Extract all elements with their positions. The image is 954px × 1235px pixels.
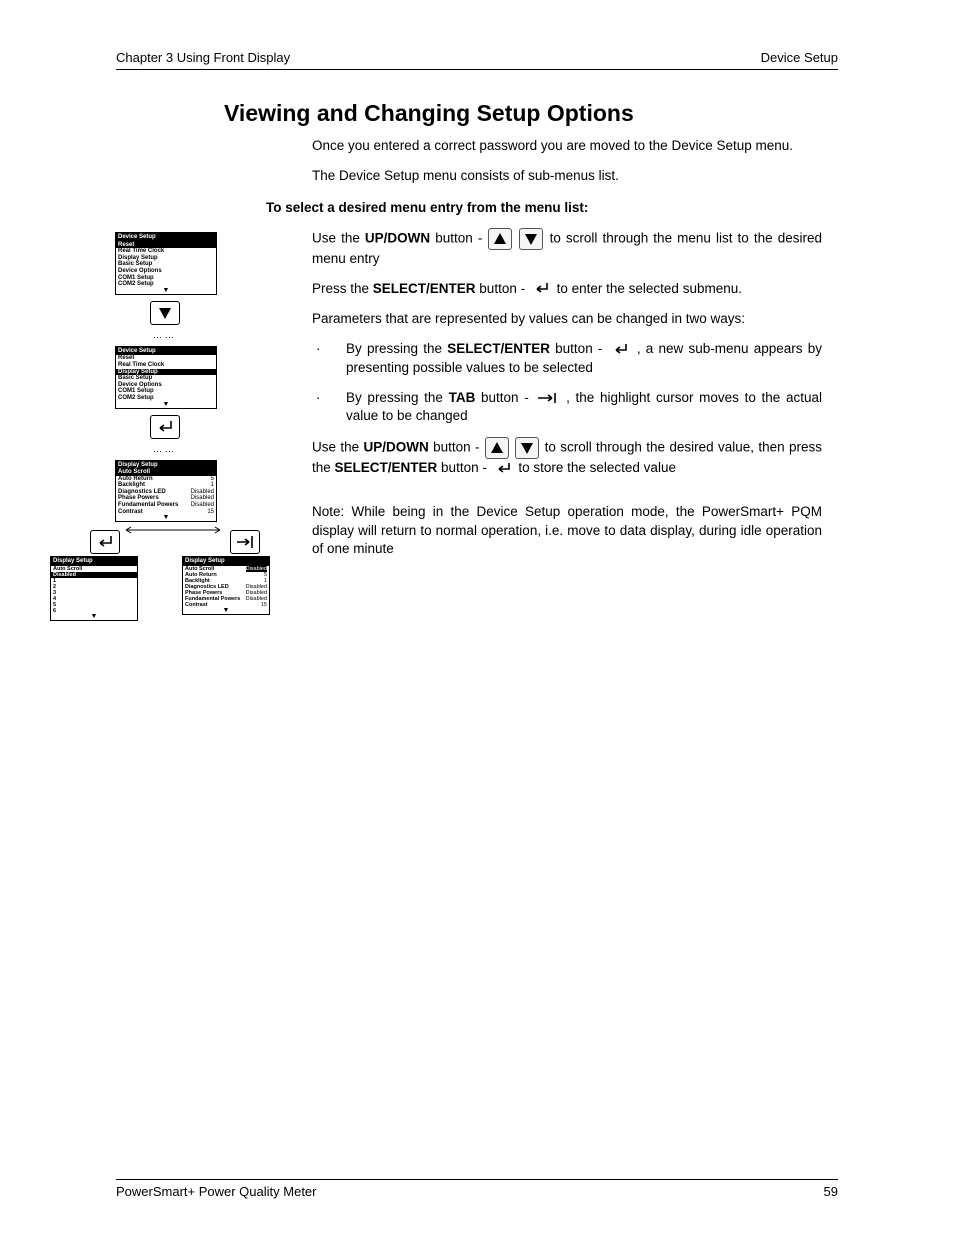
enter-icon	[493, 461, 513, 477]
mock-panel-2: Device Setup ResetReal Time ClockDisplay…	[115, 346, 217, 409]
footer-left: PowerSmart+ Power Quality Meter	[116, 1184, 316, 1199]
enter-icon	[610, 342, 630, 358]
mock-panel-5: Display Setup Auto ScrollDisabledAuto Re…	[182, 556, 270, 615]
note: Note: While being in the Device Setup op…	[312, 503, 822, 558]
up-arrow-icon	[488, 228, 512, 250]
up-arrow-icon	[485, 437, 509, 459]
header-right: Device Setup	[761, 50, 838, 65]
mock-panel-1: Device Setup ResetReal Time ClockDisplay…	[115, 232, 217, 295]
page-title: Viewing and Changing Setup Options	[224, 100, 838, 127]
tab-icon	[536, 391, 558, 405]
header-left: Chapter 3 Using Front Display	[116, 50, 290, 65]
bullet-2: · By pressing the TAB button - , the hig…	[316, 389, 822, 425]
instr-updown: Use the UP/DOWN button - to scroll throu…	[312, 228, 822, 268]
menu-screenshots: Device Setup ResetReal Time ClockDisplay…	[100, 232, 248, 626]
subheading: To select a desired menu entry from the …	[266, 199, 822, 217]
intro-1: Once you entered a correct password you …	[312, 137, 822, 155]
page-footer: PowerSmart+ Power Quality Meter 59	[116, 1179, 838, 1199]
footer-page-number: 59	[824, 1184, 838, 1199]
page-header: Chapter 3 Using Front Display Device Set…	[116, 50, 838, 70]
mock-panel-3: Display Setup Auto ScrollAuto Return5Bac…	[115, 460, 217, 523]
mock-panel-4: Display Setup Auto Scroll Disabled 12345…	[50, 556, 138, 621]
down-arrow-icon	[519, 228, 543, 250]
intro-2: The Device Setup menu consists of sub-me…	[312, 167, 822, 185]
down-arrow-icon	[515, 437, 539, 459]
bullet-dot-icon: ·	[316, 389, 322, 425]
instr-store: Use the UP/DOWN button - to scroll throu…	[312, 437, 822, 477]
nav-down-button: ……	[115, 299, 215, 340]
bullet-dot-icon: ·	[316, 340, 322, 376]
enter-icon	[531, 281, 551, 297]
nav-enter-button: ……	[115, 413, 215, 454]
bullet-1: · By pressing the SELECT/ENTER button - …	[316, 340, 822, 376]
instr-select: Press the SELECT/ENTER button - to enter…	[312, 280, 822, 298]
instr-params: Parameters that are represented by value…	[312, 310, 822, 328]
